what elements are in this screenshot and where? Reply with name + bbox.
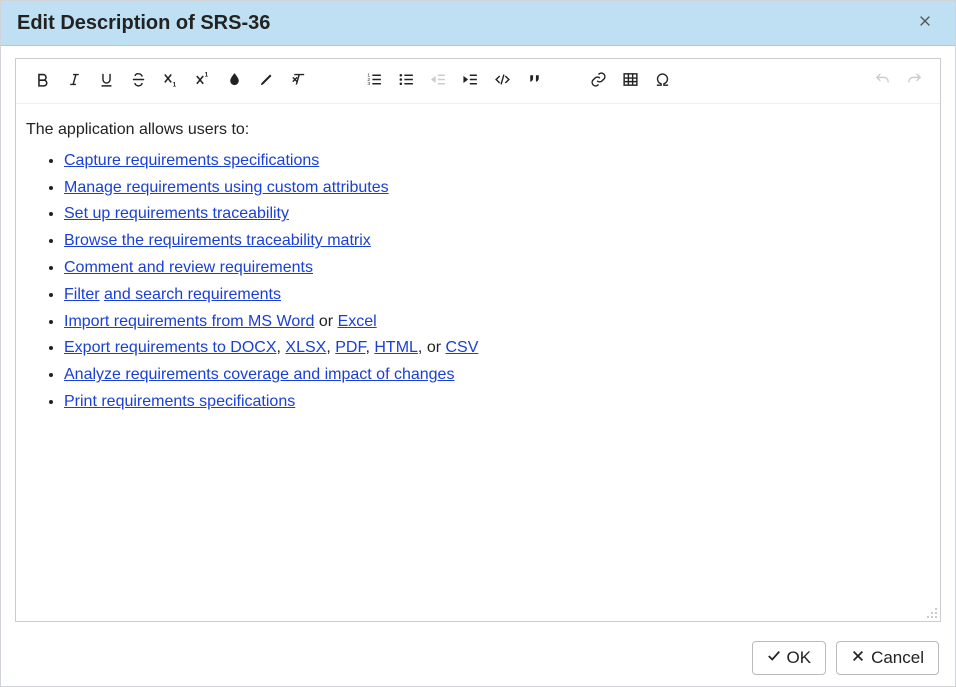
list-item: Analyze requirements coverage and impact…: [64, 363, 930, 388]
cancel-label: Cancel: [871, 648, 924, 668]
redo-button[interactable]: [900, 65, 928, 93]
italic-icon: [66, 71, 83, 88]
editor-toolbar: 1 1 123: [16, 59, 940, 104]
list-item: Browse the requirements traceability mat…: [64, 229, 930, 254]
list-item: Capture requirements specifications: [64, 149, 930, 174]
close-icon: [918, 14, 932, 33]
close-button[interactable]: [911, 9, 939, 37]
list-item: Manage requirements using custom attribu…: [64, 176, 930, 201]
ok-button[interactable]: OK: [752, 641, 827, 675]
underline-icon: [98, 71, 115, 88]
list-item: Filter and search requirements: [64, 283, 930, 308]
unordered-list-icon: [398, 71, 415, 88]
content-link[interactable]: PDF: [335, 339, 365, 356]
editor-content-area[interactable]: The application allows users to: Capture …: [16, 104, 940, 621]
content-link[interactable]: Set up requirements traceability: [64, 205, 289, 222]
undo-icon: [874, 71, 891, 88]
link-button[interactable]: [584, 65, 612, 93]
table-button[interactable]: [616, 65, 644, 93]
dialog-footer: OK Cancel: [1, 630, 955, 686]
clear-format-icon: [290, 71, 307, 88]
resize-grip-icon: [926, 607, 938, 619]
content-link[interactable]: Analyze requirements coverage and impact…: [64, 366, 454, 383]
subscript-button[interactable]: 1: [156, 65, 184, 93]
outdent-icon: [430, 71, 447, 88]
content-link[interactable]: CSV: [445, 339, 478, 356]
ok-label: OK: [787, 648, 812, 668]
table-icon: [622, 71, 639, 88]
ordered-list-icon: 123: [366, 71, 383, 88]
outdent-button[interactable]: [424, 65, 452, 93]
content-link[interactable]: Import requirements from MS Word: [64, 313, 314, 330]
content-link[interactable]: Capture requirements specifications: [64, 152, 319, 169]
text-run: ,: [326, 339, 335, 356]
svg-text:3: 3: [367, 81, 370, 87]
list-item: Export requirements to DOCX, XLSX, PDF, …: [64, 336, 930, 361]
content-link[interactable]: XLSX: [285, 339, 326, 356]
text-run: , or: [418, 339, 446, 356]
dialog-titlebar: Edit Description of SRS-36: [1, 1, 955, 46]
code-icon: [494, 71, 511, 88]
ordered-list-button[interactable]: 123: [360, 65, 388, 93]
strikethrough-icon: [130, 71, 147, 88]
special-char-button[interactable]: [648, 65, 676, 93]
clear-format-button[interactable]: [284, 65, 312, 93]
svg-text:1: 1: [204, 71, 208, 78]
check-icon: [767, 648, 781, 668]
content-link[interactable]: HTML: [374, 339, 418, 356]
content-link[interactable]: and search requirements: [104, 286, 281, 303]
code-button[interactable]: [488, 65, 516, 93]
quote-icon: [526, 71, 543, 88]
superscript-icon: 1: [194, 71, 211, 88]
subscript-icon: 1: [162, 71, 179, 88]
blockquote-button[interactable]: [520, 65, 548, 93]
content-link[interactable]: Manage requirements using custom attribu…: [64, 179, 389, 196]
italic-button[interactable]: [60, 65, 88, 93]
list-item: Comment and review requirements: [64, 256, 930, 281]
content-link[interactable]: Browse the requirements traceability mat…: [64, 232, 371, 249]
superscript-button[interactable]: 1: [188, 65, 216, 93]
content-link[interactable]: Comment and review requirements: [64, 259, 313, 276]
omega-icon: [654, 71, 671, 88]
edit-description-dialog: Edit Description of SRS-36 1: [0, 0, 956, 687]
underline-button[interactable]: [92, 65, 120, 93]
dialog-title: Edit Description of SRS-36: [17, 12, 911, 35]
indent-icon: [462, 71, 479, 88]
bold-button[interactable]: [28, 65, 56, 93]
text-color-button[interactable]: [220, 65, 248, 93]
content-link[interactable]: Export requirements to DOCX: [64, 339, 277, 356]
content-link[interactable]: Excel: [338, 313, 377, 330]
editor-intro-text: The application allows users to:: [26, 118, 930, 143]
indent-button[interactable]: [456, 65, 484, 93]
content-link[interactable]: Filter: [64, 286, 100, 303]
unordered-list-button[interactable]: [392, 65, 420, 93]
marker-icon: [258, 71, 275, 88]
drop-icon: [226, 71, 243, 88]
list-item: Print requirements specifications: [64, 390, 930, 415]
strikethrough-button[interactable]: [124, 65, 152, 93]
bold-icon: [34, 71, 51, 88]
text-run: or: [314, 313, 337, 330]
redo-icon: [906, 71, 923, 88]
link-icon: [590, 71, 607, 88]
cancel-button[interactable]: Cancel: [836, 641, 939, 675]
list-item: Import requirements from MS Word or Exce…: [64, 310, 930, 335]
content-link[interactable]: Print requirements specifications: [64, 393, 295, 410]
editor-panel: 1 1 123: [15, 58, 941, 622]
svg-text:1: 1: [172, 81, 176, 87]
x-icon: [851, 648, 865, 668]
list-item: Set up requirements traceability: [64, 202, 930, 227]
editor-bullet-list: Capture requirements specifications Manag…: [26, 149, 930, 415]
undo-button[interactable]: [868, 65, 896, 93]
highlight-button[interactable]: [252, 65, 280, 93]
